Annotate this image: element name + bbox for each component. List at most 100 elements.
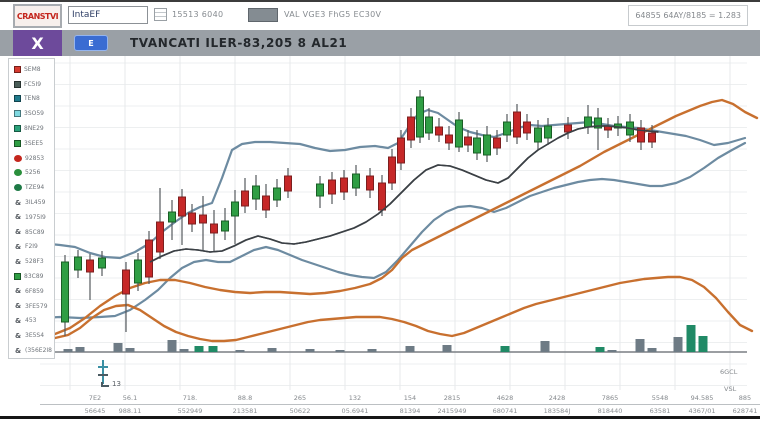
volume-bar xyxy=(76,347,85,352)
x-axis-tick-bottom: 818440 xyxy=(598,407,623,415)
candlestick-bull xyxy=(504,122,511,135)
status-text: 64855 64AY/8185 = 1.283 xyxy=(635,11,741,20)
legend-item[interactable]: 8NE29 xyxy=(14,121,54,136)
legend-item[interactable]: &3IL459 xyxy=(14,195,54,210)
x-axis-tick-top: 94.585 xyxy=(691,394,714,402)
status-box: 64855 64AY/8185 = 1.283 xyxy=(628,5,748,26)
volume-bar xyxy=(541,341,550,352)
series-square-icon xyxy=(14,95,21,102)
candlestick-bull xyxy=(222,221,229,231)
legend-item-label: 85C89 xyxy=(25,229,44,236)
scale-label: 13 xyxy=(112,380,121,388)
candlestick-bull xyxy=(426,117,433,133)
app-logo: CRANSTVI xyxy=(13,4,62,28)
candlestick-bear xyxy=(465,137,472,145)
candlestick-bull xyxy=(232,202,239,216)
legend-item[interactable]: 3SO59 xyxy=(14,106,54,121)
legend-item[interactable]: &453 xyxy=(14,314,54,329)
scale-widget[interactable]: 13 xyxy=(90,358,130,392)
series-glyph-icon: & xyxy=(14,347,22,355)
x-axis-tick-bottom: 628741 xyxy=(733,407,758,415)
x-axis-tick-bottom: 680741 xyxy=(493,407,518,415)
indicator-label: VAL VGE3 FhG5 EC30V xyxy=(284,10,381,19)
volume-bar xyxy=(209,346,218,352)
x-axis-tick-top: 885 xyxy=(739,394,751,402)
volume-bar xyxy=(64,349,73,352)
series-glyph-icon: & xyxy=(14,243,22,251)
candlestick-bull xyxy=(317,184,324,196)
candlestick-bull xyxy=(169,212,176,222)
legend-item[interactable]: FC5I9 xyxy=(14,77,54,92)
x-axis-tick-bottom: 81394 xyxy=(400,407,421,415)
volume-bar xyxy=(687,325,696,352)
legend-panel: SEM8 FC5I9 TEN8 3SO59 8NE293SEE5928535256TZE… xyxy=(8,58,55,359)
legend-item[interactable]: 5256 xyxy=(14,166,54,181)
candlestick-bull xyxy=(484,135,491,155)
legend-item[interactable]: &3E5S4 xyxy=(14,328,54,343)
close-icon: X xyxy=(31,34,43,53)
indicator-color-swatch[interactable] xyxy=(248,8,278,22)
candlestick-bear xyxy=(329,180,336,194)
legend-item-label: 3FE579 xyxy=(25,303,48,310)
legend-item[interactable]: &(356E2I8 xyxy=(14,343,54,358)
x-axis-tick-top: 718. xyxy=(183,394,197,402)
candlestick-bear xyxy=(200,215,207,223)
legend-item[interactable]: 92853 xyxy=(14,151,54,166)
calendar-icon[interactable] xyxy=(154,8,167,21)
close-button[interactable]: X xyxy=(13,30,62,56)
candlestick-bear xyxy=(436,127,443,135)
x-axis-tick-bottom: 2415949 xyxy=(438,407,467,415)
candlestick-bull xyxy=(75,257,82,270)
x-axis-tick-top: 7865 xyxy=(602,394,619,402)
volume-bar xyxy=(636,339,645,352)
symbol-input[interactable] xyxy=(68,6,148,24)
legend-item[interactable]: 83C89 xyxy=(14,269,54,284)
legend-item[interactable]: &6F859 xyxy=(14,284,54,299)
legend-item-label: 6F859 xyxy=(25,288,44,295)
right-axis-label-lower: VSL xyxy=(724,385,736,393)
legend-item[interactable]: 3SEE5 xyxy=(14,136,54,151)
volume-bar xyxy=(236,350,245,352)
price-chart[interactable] xyxy=(0,56,760,390)
legend-item-label: 3SO59 xyxy=(24,110,44,117)
legend-item[interactable]: &528F3 xyxy=(14,254,54,269)
legend-item[interactable]: &85C89 xyxy=(14,225,54,240)
legend-item[interactable]: SEM8 xyxy=(14,62,54,77)
series-glyph-icon: & xyxy=(14,287,22,295)
app-logo-text: CRANSTVI xyxy=(17,12,58,21)
candlestick-bear xyxy=(524,122,531,133)
x-axis-tick-bottom: 50622 xyxy=(290,407,311,415)
x-axis-tick-bottom: 4367/01 xyxy=(688,407,715,415)
volume-bar xyxy=(195,346,204,352)
x-axis-tick-top: 154 xyxy=(404,394,416,402)
volume-bar xyxy=(501,346,510,352)
x-axis-tick-top: 5548 xyxy=(652,394,669,402)
candlestick-bear xyxy=(389,157,396,183)
legend-item-label: 3E5S4 xyxy=(25,332,44,339)
legend-item[interactable]: &1975I9 xyxy=(14,210,54,225)
legend-item-label: FC5I9 xyxy=(24,81,41,88)
legend-item-label: 453 xyxy=(25,317,36,324)
legend-item[interactable]: TEN8 xyxy=(14,92,54,107)
candlestick-bull xyxy=(417,97,424,137)
candlestick-bull xyxy=(253,186,260,199)
candlestick-bull xyxy=(353,174,360,188)
candlestick-bear xyxy=(379,183,386,210)
candlestick-bear xyxy=(494,138,501,148)
legend-item[interactable]: TZE94 xyxy=(14,180,54,195)
volume-bar xyxy=(674,337,683,352)
x-axis-tick-top: 265 xyxy=(294,394,306,402)
candlestick-bear xyxy=(123,270,130,294)
x-axis-tick-top: 88.8 xyxy=(238,394,252,402)
series-square-icon xyxy=(14,273,21,280)
volume-bar xyxy=(268,348,277,352)
legend-item[interactable]: &F2I9 xyxy=(14,240,54,255)
candlestick-bear xyxy=(514,112,521,137)
series-square-icon xyxy=(14,125,21,132)
x-axis-tick-bottom: 213581 xyxy=(233,407,258,415)
x-axis-tick-bottom: 988.11 xyxy=(119,407,142,415)
legend-item[interactable]: &3FE579 xyxy=(14,299,54,314)
x-axis-tick-top: 56.1 xyxy=(123,394,137,402)
expand-button[interactable]: E xyxy=(74,35,108,51)
series-glyph-icon: & xyxy=(14,199,22,207)
